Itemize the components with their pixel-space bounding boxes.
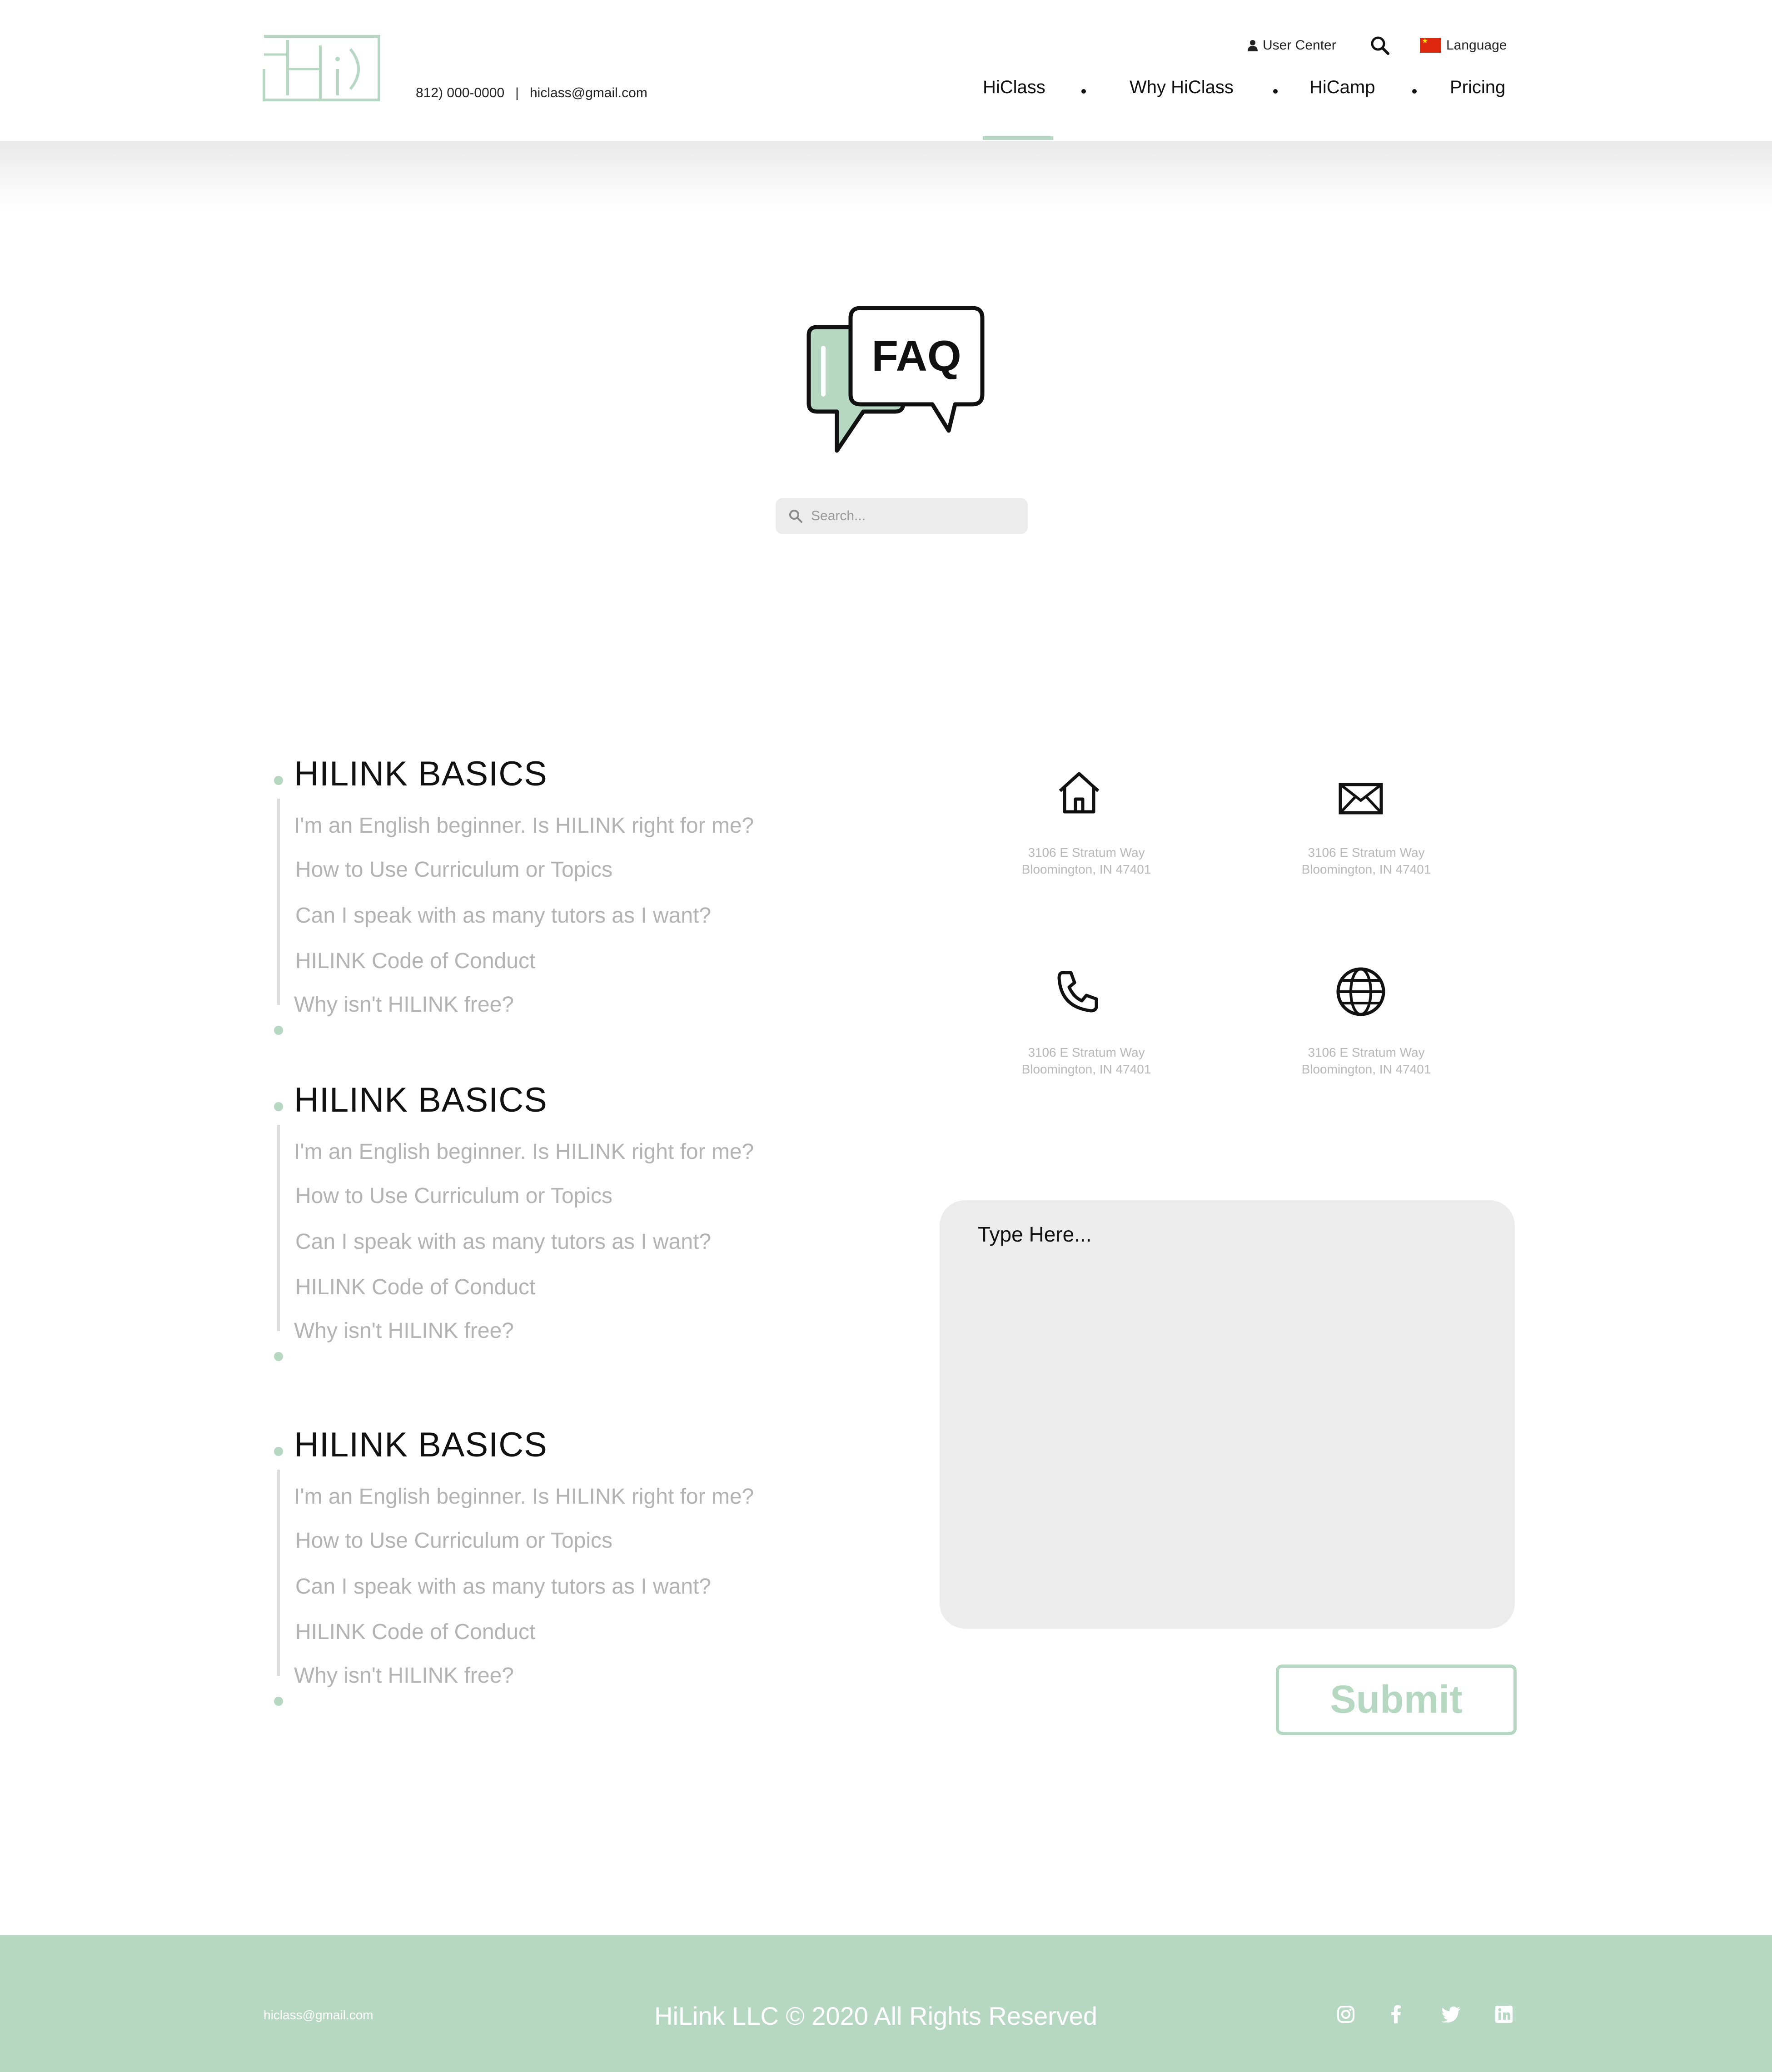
faq-section-title: HILINK BASICS <box>294 755 548 793</box>
faq-question[interactable]: I'm an English beginner. Is HILINK right… <box>294 1139 754 1164</box>
nav-separator-dot <box>1412 89 1417 94</box>
address-line-1: 3106 E Stratum Way <box>1308 1045 1425 1059</box>
hi-logo[interactable] <box>261 32 382 104</box>
address-line-1: 3106 E Stratum Way <box>1308 845 1425 860</box>
active-nav-indicator <box>983 136 1053 140</box>
header-phone[interactable]: 812) 000-0000 <box>416 85 504 100</box>
faq-question[interactable]: HILINK Code of Conduct <box>295 949 535 974</box>
address-line-1: 3106 E Stratum Way <box>1028 1045 1145 1059</box>
faq-question[interactable]: Can I speak with as many tutors as I wan… <box>295 903 711 928</box>
timeline-line <box>277 799 280 1005</box>
instagram-icon[interactable] <box>1336 2004 1356 2024</box>
faq-question[interactable]: Can I speak with as many tutors as I wan… <box>295 1574 711 1599</box>
faq-section: HILINK BASICS I'm an English beginner. I… <box>268 1080 836 1366</box>
globe-icon <box>1336 967 1385 1016</box>
header-search-button[interactable] <box>1370 35 1390 55</box>
faq-section: HILINK BASICS I'm an English beginner. I… <box>268 1425 836 1711</box>
message-textarea[interactable] <box>940 1200 1515 1629</box>
contact-separator: | <box>515 85 519 100</box>
faq-speech-bubbles-icon: FAQ <box>806 306 985 453</box>
language-label: Language <box>1446 38 1507 53</box>
faq-question[interactable]: I'm an English beginner. Is HILINK right… <box>294 1484 754 1509</box>
address-text: 3106 E Stratum Way Bloomington, IN 47401 <box>996 1044 1177 1078</box>
faq-question[interactable]: Why isn't HILINK free? <box>294 992 514 1017</box>
house-icon <box>1059 772 1100 814</box>
address-line-2: Bloomington, IN 47401 <box>1021 862 1151 876</box>
twitter-icon[interactable] <box>1441 2004 1461 2024</box>
footer-email[interactable]: hiclass@gmail.com <box>264 2008 373 2022</box>
address-line-2: Bloomington, IN 47401 <box>1021 1062 1151 1076</box>
faq-section: HILINK BASICS I'm an English beginner. I… <box>268 754 836 1040</box>
linkedin-icon[interactable] <box>1494 2004 1514 2024</box>
user-center-label: User Center <box>1263 38 1336 53</box>
nav-separator-dot <box>1273 89 1278 94</box>
timeline-line <box>277 1125 280 1331</box>
user-center-link[interactable]: User Center <box>1247 35 1336 55</box>
faq-question[interactable]: Can I speak with as many tutors as I wan… <box>295 1229 711 1254</box>
faq-badge-text: FAQ <box>871 332 961 380</box>
faq-question[interactable]: Why isn't HILINK free? <box>294 1318 514 1343</box>
address-line-2: Bloomington, IN 47401 <box>1301 862 1431 876</box>
faq-question[interactable]: How to Use Curriculum or Topics <box>295 857 612 882</box>
nav-separator-dot <box>1081 89 1086 94</box>
timeline-dot <box>274 1102 283 1111</box>
faq-search-input[interactable] <box>811 508 1011 524</box>
nav-hiclass[interactable]: HiClass <box>983 77 1045 104</box>
nav-why-hiclass[interactable]: Why HiClass <box>1130 77 1234 104</box>
faq-section-title: HILINK BASICS <box>294 1081 548 1119</box>
timeline-dot <box>274 776 283 785</box>
timeline-dot <box>274 1697 283 1706</box>
china-flag-icon <box>1420 36 1441 53</box>
nav-hicamp[interactable]: HiCamp <box>1309 77 1375 104</box>
address-line-1: 3106 E Stratum Way <box>1028 845 1145 860</box>
envelope-icon <box>1339 783 1383 815</box>
address-text: 3106 E Stratum Way Bloomington, IN 47401 <box>996 844 1177 878</box>
language-selector[interactable]: Language <box>1420 35 1507 55</box>
user-icon <box>1248 40 1258 51</box>
nav-pricing[interactable]: Pricing <box>1450 77 1505 104</box>
faq-question[interactable]: HILINK Code of Conduct <box>295 1620 535 1645</box>
header-shadow <box>0 141 1772 209</box>
header-email[interactable]: hiclass@gmail.com <box>530 85 647 100</box>
footer-copyright: HiLink LLC © 2020 All Rights Reserved <box>654 2002 1098 2030</box>
timeline-dot <box>274 1447 283 1456</box>
phone-icon <box>1057 971 1098 1013</box>
timeline-dot <box>274 1026 283 1035</box>
faq-question[interactable]: Why isn't HILINK free? <box>294 1663 514 1688</box>
site-header: 812) 000-0000 | hiclass@gmail.com User Cen… <box>0 0 1772 141</box>
faq-question[interactable]: I'm an English beginner. Is HILINK right… <box>294 813 754 838</box>
faq-search-bar[interactable] <box>776 498 1028 534</box>
timeline-dot <box>274 1352 283 1361</box>
faq-question[interactable]: How to Use Curriculum or Topics <box>295 1528 612 1553</box>
search-icon <box>1371 36 1389 55</box>
address-text: 3106 E Stratum Way Bloomington, IN 47401 <box>1275 844 1457 878</box>
submit-button[interactable]: Submit <box>1276 1665 1517 1735</box>
address-line-2: Bloomington, IN 47401 <box>1301 1062 1431 1076</box>
faq-section-title: HILINK BASICS <box>294 1426 548 1464</box>
timeline-line <box>277 1470 280 1676</box>
faq-question[interactable]: How to Use Curriculum or Topics <box>295 1183 612 1208</box>
header-contact: 812) 000-0000 | hiclass@gmail.com <box>416 85 647 101</box>
facebook-icon[interactable] <box>1386 2004 1406 2024</box>
address-text: 3106 E Stratum Way Bloomington, IN 47401 <box>1275 1044 1457 1078</box>
faq-question[interactable]: HILINK Code of Conduct <box>295 1275 535 1300</box>
search-icon <box>789 510 802 523</box>
